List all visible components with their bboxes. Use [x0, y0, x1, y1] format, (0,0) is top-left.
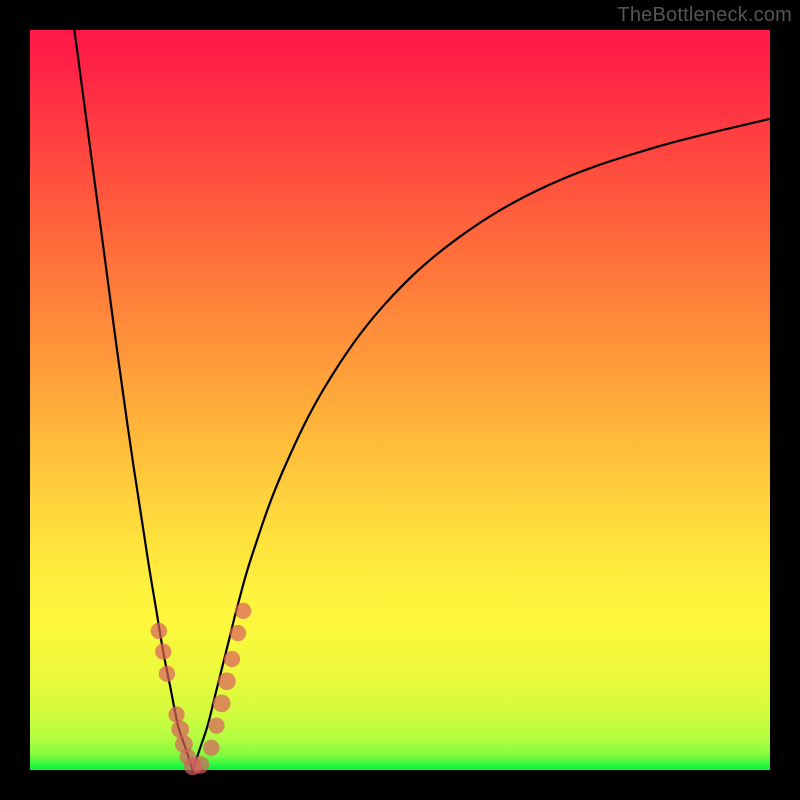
right-curve: [193, 119, 770, 770]
data-marker: [159, 666, 175, 682]
curve-layer: [74, 30, 770, 770]
marker-layer: [151, 603, 252, 775]
left-curve: [74, 30, 192, 770]
data-marker: [230, 625, 246, 641]
plot-area: [30, 30, 770, 770]
data-marker: [218, 672, 236, 690]
watermark-text: TheBottleneck.com: [617, 4, 792, 27]
data-marker: [155, 643, 171, 659]
data-marker: [171, 720, 189, 738]
chart-svg: [30, 30, 770, 770]
data-marker: [213, 695, 231, 713]
data-marker: [191, 756, 209, 774]
chart-frame: TheBottleneck.com: [0, 0, 800, 800]
data-marker: [235, 603, 251, 619]
data-marker: [203, 740, 219, 756]
data-marker: [168, 706, 184, 722]
data-marker: [208, 717, 224, 733]
data-marker: [151, 623, 167, 639]
data-marker: [224, 651, 240, 667]
